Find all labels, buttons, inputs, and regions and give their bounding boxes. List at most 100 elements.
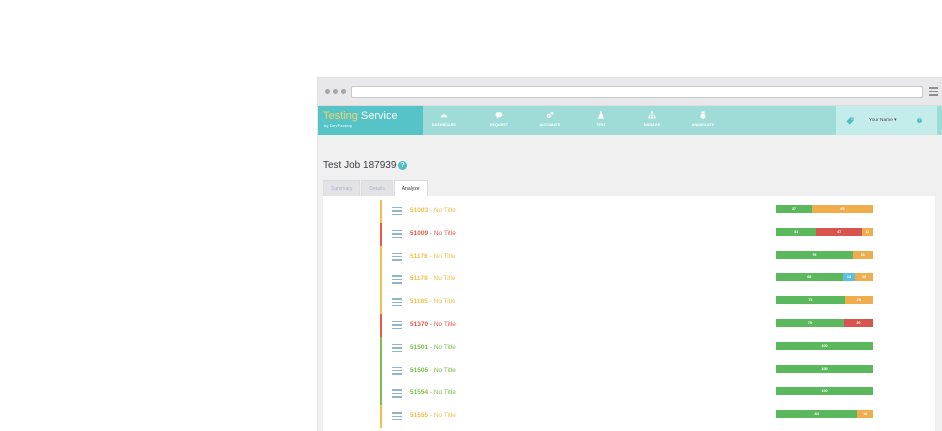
nav-manage[interactable]: MANAGE bbox=[632, 111, 672, 127]
list-icon[interactable] bbox=[392, 275, 402, 284]
list-item[interactable]: 51555 - No Title 84 16 bbox=[380, 405, 880, 428]
result-segment-info: 13 bbox=[842, 273, 856, 282]
result-bar[interactable]: 79 21 bbox=[776, 250, 873, 259]
status-indicator bbox=[380, 405, 382, 428]
item-title[interactable]: 51370 - No Title bbox=[410, 321, 456, 328]
list-icon[interactable] bbox=[392, 298, 402, 307]
status-indicator bbox=[380, 245, 382, 269]
result-segment-warn: 11 bbox=[862, 227, 873, 236]
item-title[interactable]: 51555 - No Title bbox=[410, 412, 456, 419]
tab-summary[interactable]: Summary bbox=[323, 180, 361, 196]
brand-name-accent: Testing bbox=[323, 110, 358, 122]
nav-annihilate[interactable]: ANNIHILATE bbox=[683, 111, 723, 127]
result-bar[interactable]: 41 47 11 bbox=[776, 227, 873, 236]
result-bar[interactable]: 70 30 bbox=[776, 319, 873, 327]
tab-details[interactable]: Details bbox=[361, 180, 393, 196]
list-item[interactable]: 51009 - No Title 41 47 11 bbox=[380, 222, 880, 246]
result-bar[interactable]: 100 bbox=[776, 364, 873, 373]
nav-request[interactable]: REQUEST bbox=[479, 111, 519, 127]
tag-icon[interactable] bbox=[846, 117, 854, 125]
user-menu[interactable]: Your Name ▾ bbox=[869, 118, 897, 123]
item-subtitle: - No Title bbox=[427, 252, 456, 260]
item-title[interactable]: 51501 - No Title bbox=[410, 344, 456, 351]
window-controls[interactable] bbox=[325, 89, 346, 94]
item-id: 51505 bbox=[410, 366, 429, 374]
address-bar[interactable] bbox=[351, 86, 923, 98]
window-dot-icon[interactable] bbox=[341, 89, 346, 94]
nav-manage-label: MANAGE bbox=[643, 123, 661, 127]
item-title[interactable]: 51505 - No Title bbox=[410, 367, 456, 374]
window-dot-icon[interactable] bbox=[333, 89, 338, 94]
result-segment-warn: 18 bbox=[855, 273, 873, 282]
item-title[interactable]: 51178 - No Title bbox=[410, 275, 456, 282]
result-segment-pass: 79 bbox=[776, 250, 853, 259]
list-item[interactable]: 51003 - No Title 37 63 bbox=[380, 200, 880, 223]
item-subtitle: - No Title bbox=[428, 366, 456, 374]
help-icon[interactable]: ? bbox=[398, 161, 407, 170]
list-icon[interactable] bbox=[392, 321, 402, 330]
result-segment-pass: 100 bbox=[776, 341, 873, 350]
browser-menu-icon[interactable] bbox=[929, 87, 938, 96]
list-item[interactable]: 51505 - No Title 100 bbox=[380, 359, 880, 383]
item-id: 51554 bbox=[410, 389, 429, 397]
status-indicator bbox=[380, 314, 382, 337]
list-icon[interactable] bbox=[392, 389, 402, 398]
status-indicator bbox=[380, 382, 382, 406]
list-item[interactable]: 51501 - No Title 100 bbox=[380, 336, 880, 360]
result-bar[interactable]: 71 29 bbox=[776, 296, 873, 305]
nav-dashboard-label: DASHBOARD bbox=[431, 123, 457, 127]
list-icon[interactable] bbox=[392, 252, 402, 261]
list-icon[interactable] bbox=[392, 229, 402, 238]
brand-logo[interactable]: Testing Service by DevFactory bbox=[318, 106, 423, 135]
result-bar[interactable]: 37 63 bbox=[776, 205, 873, 213]
result-bar[interactable]: 68 13 18 bbox=[776, 273, 873, 282]
tab-analyze[interactable]: Analyze bbox=[393, 180, 428, 196]
item-title[interactable]: 51185 - No Title bbox=[410, 298, 456, 305]
item-subtitle: - No Title bbox=[428, 229, 456, 237]
nav-automate[interactable]: AUTOMATE bbox=[530, 111, 570, 127]
list-item[interactable]: 51370 - No Title 70 30 bbox=[380, 314, 880, 337]
list-item[interactable]: 51176 - No Title 79 21 bbox=[380, 245, 880, 269]
item-subtitle: - No Title bbox=[427, 275, 456, 283]
list-icon[interactable] bbox=[392, 412, 402, 421]
item-subtitle: - No Title bbox=[428, 207, 456, 214]
list-icon[interactable] bbox=[392, 207, 402, 216]
browser-toolbar bbox=[318, 78, 942, 106]
result-segment-pass: 71 bbox=[776, 296, 845, 305]
item-id: 51501 bbox=[410, 343, 429, 351]
status-indicator bbox=[380, 359, 382, 383]
result-bar[interactable]: 100 bbox=[776, 387, 873, 396]
result-segment-warn: 16 bbox=[857, 410, 873, 419]
list-item[interactable]: 51185 - No Title 71 29 bbox=[380, 291, 880, 314]
result-segment-pass: 84 bbox=[776, 410, 858, 419]
bomb-icon bbox=[700, 111, 706, 119]
browser-window: Testing Service by DevFactory DASHBOARD … bbox=[317, 77, 942, 431]
result-segment-fail: 47 bbox=[816, 227, 863, 236]
nav-test[interactable]: TEST bbox=[581, 111, 621, 127]
list-icon[interactable] bbox=[392, 343, 402, 352]
window-dot-icon[interactable] bbox=[325, 89, 330, 94]
item-title[interactable]: 51176 - No Title bbox=[410, 253, 456, 260]
help-icon[interactable]: ? bbox=[917, 118, 922, 123]
item-id: 51185 bbox=[410, 298, 428, 306]
brand-byline: by DevFactory bbox=[324, 123, 353, 128]
item-title[interactable]: 51554 - No Title bbox=[410, 389, 456, 396]
item-title[interactable]: 51003 - No Title bbox=[410, 207, 456, 214]
result-segment-fail: 30 bbox=[843, 319, 873, 327]
item-subtitle: - No Title bbox=[428, 343, 456, 351]
item-id: 51009 bbox=[410, 229, 429, 237]
status-indicator bbox=[380, 336, 382, 360]
result-bar[interactable]: 84 16 bbox=[776, 410, 873, 419]
app-navbar: Testing Service by DevFactory DASHBOARD … bbox=[318, 106, 942, 135]
list-item[interactable]: 51554 - No Title 100 bbox=[380, 382, 880, 406]
item-subtitle: - No Title bbox=[427, 298, 456, 306]
nav-dashboard[interactable]: DASHBOARD bbox=[424, 111, 464, 127]
result-segment-pass: 41 bbox=[776, 227, 817, 236]
result-bar[interactable]: 100 bbox=[776, 341, 873, 350]
item-title[interactable]: 51009 - No Title bbox=[410, 230, 456, 237]
list-icon[interactable] bbox=[392, 366, 402, 375]
brand-name-rest: Service bbox=[357, 110, 398, 122]
list-item[interactable]: 51178 - No Title 68 13 18 bbox=[380, 268, 880, 292]
result-segment-pass: 68 bbox=[776, 273, 843, 282]
main-content: Test Job 187939 ? Summary Details Analyz… bbox=[323, 135, 937, 431]
